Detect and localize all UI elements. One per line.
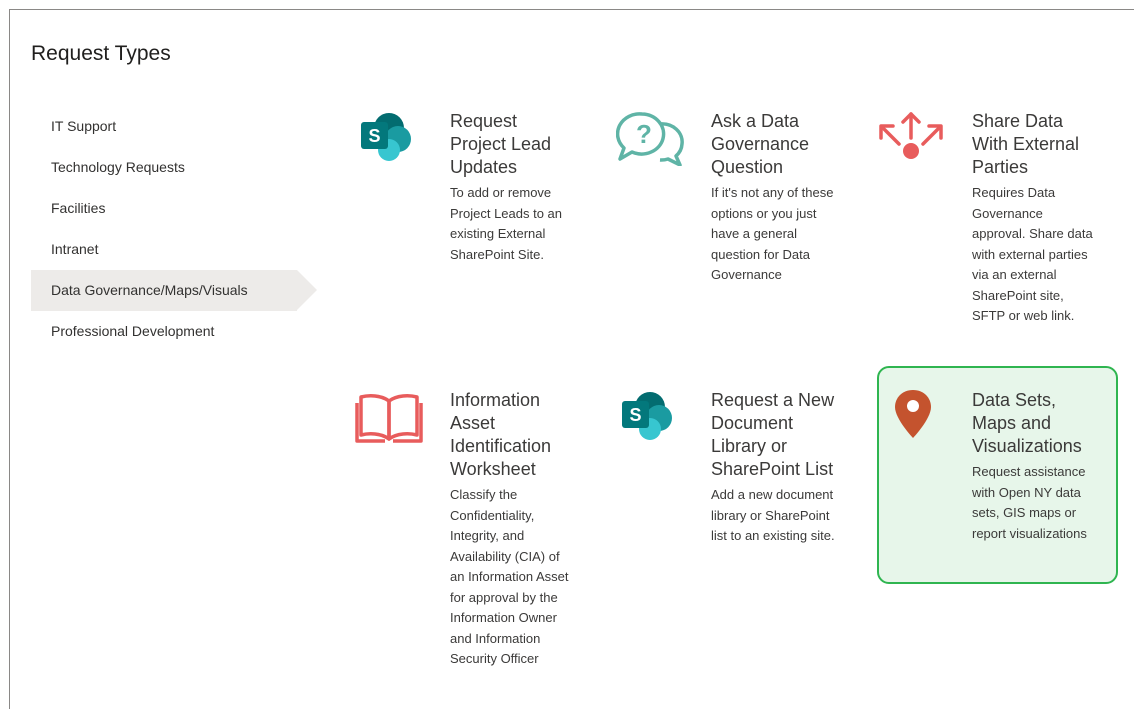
card-title: Request a New Document Library or ShareP… (711, 390, 835, 479)
card-information-asset-worksheet[interactable]: Information Asset Identification Workshe… (355, 389, 595, 694)
page-title: Request Types (31, 42, 171, 66)
card-description: Requires Data Governance approval. Share… (972, 185, 1093, 323)
card-description: Classify the Confidentiality, Integrity,… (450, 487, 569, 666)
card-title: Data Sets, Maps and Visualizations (972, 390, 1082, 456)
svg-text:?: ? (636, 119, 652, 149)
nav-item-it-support[interactable]: IT Support (31, 106, 297, 147)
card-title: Ask a Data Governance Question (711, 111, 810, 177)
svg-text:S: S (368, 126, 380, 146)
share-arrows-icon (877, 110, 949, 170)
sharepoint-icon: S (355, 110, 427, 170)
nav-item-data-governance[interactable]: Data Governance/Maps/Visuals (31, 270, 317, 311)
nav-item-professional-development[interactable]: Professional Development (31, 311, 297, 352)
card-share-data-external-parties[interactable]: Share Data With External Parties Require… (877, 110, 1117, 350)
svg-text:S: S (629, 405, 641, 425)
request-type-nav: IT Support Technology Requests Facilitie… (31, 106, 317, 352)
card-title: Share Data With External Parties (972, 111, 1080, 177)
nav-item-technology-requests[interactable]: Technology Requests (31, 147, 297, 188)
card-title: Request Project Lead Updates (450, 111, 552, 177)
sharepoint-icon: S (616, 389, 688, 449)
card-request-project-lead-updates[interactable]: S Request Project Lead Updates To add or… (355, 110, 595, 350)
card-ask-data-governance-question[interactable]: ? Ask a Data Governance Question If it's… (615, 110, 856, 350)
card-description: Add a new document library or SharePoint… (711, 487, 835, 543)
card-description: To add or remove Project Leads to an exi… (450, 185, 563, 262)
card-request-document-library[interactable]: S Request a New Document Library or Shar… (616, 389, 856, 629)
question-bubbles-icon: ? (615, 110, 688, 170)
card-description: Request assistance with Open NY data set… (972, 464, 1087, 541)
card-description: If it's not any of these options or you … (711, 185, 834, 282)
nav-item-intranet[interactable]: Intranet (31, 229, 297, 270)
map-pin-icon (891, 388, 963, 448)
card-title: Information Asset Identification Workshe… (450, 390, 552, 479)
card-data-sets-maps-visualizations[interactable]: Data Sets, Maps and Visualizations Reque… (877, 366, 1118, 584)
nav-item-facilities[interactable]: Facilities (31, 188, 297, 229)
open-book-icon (355, 389, 427, 449)
